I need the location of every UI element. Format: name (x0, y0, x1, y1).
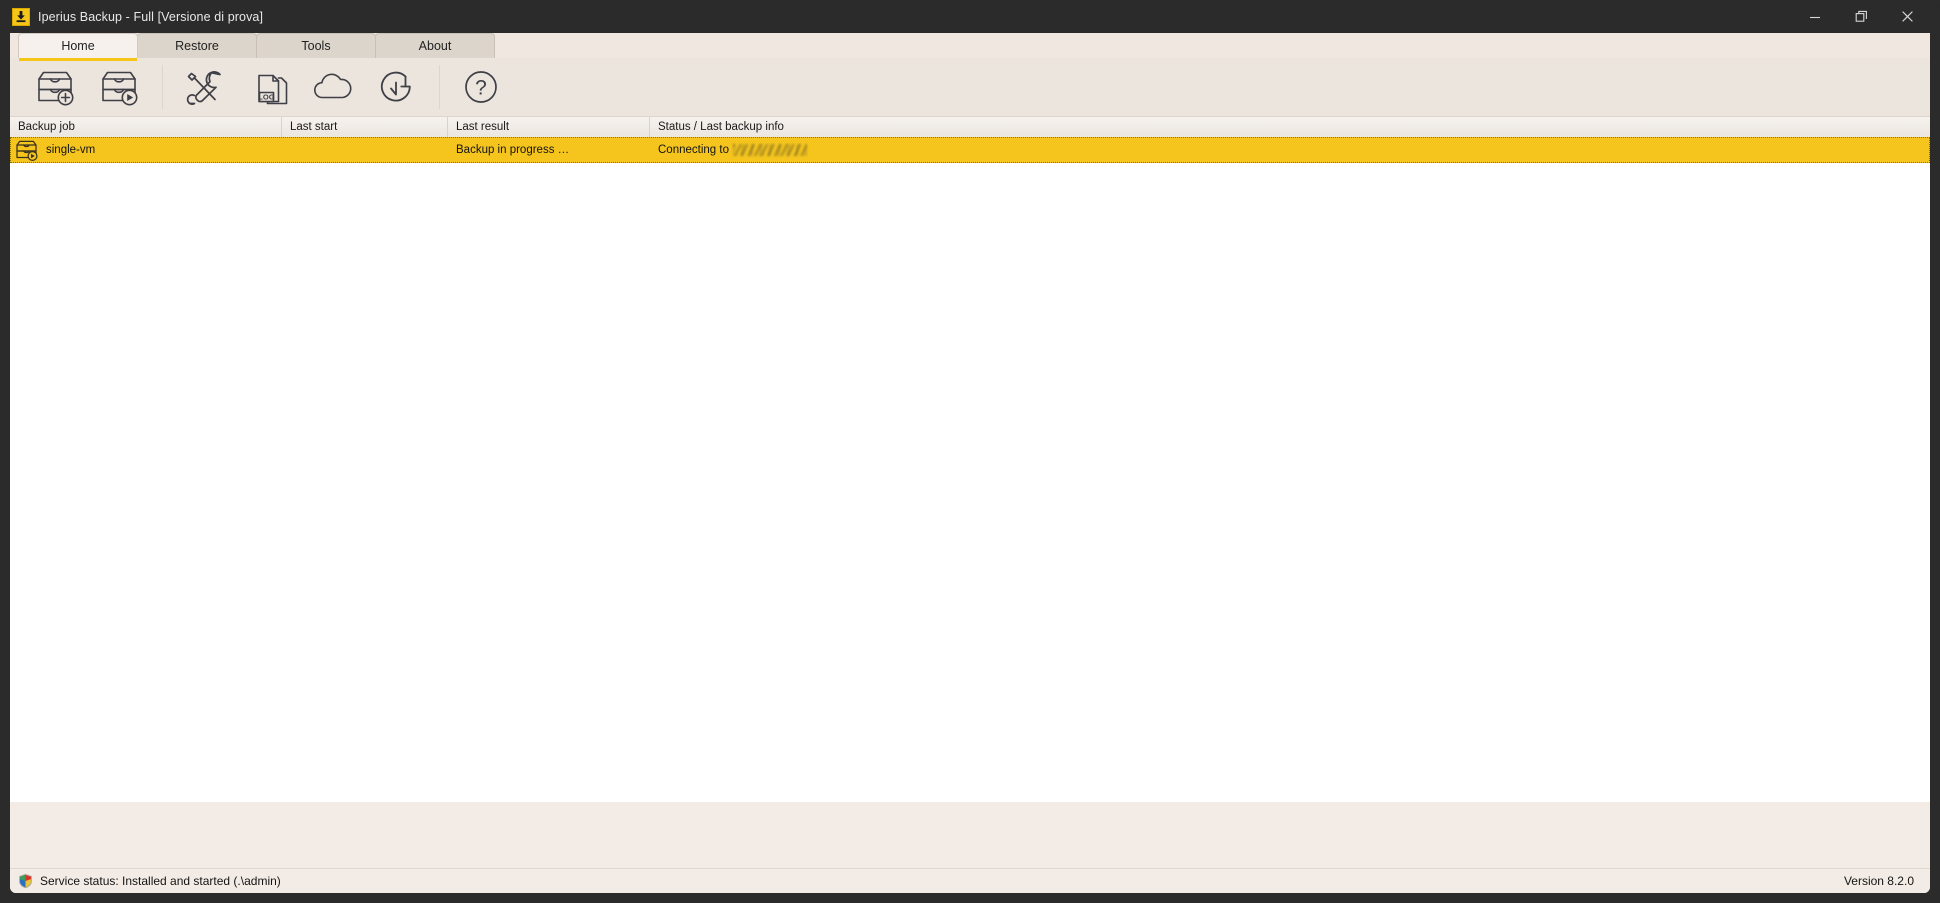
cloud-button[interactable] (303, 61, 361, 113)
column-header-last-start[interactable]: Last start (282, 117, 448, 137)
run-backup-job-icon (102, 71, 138, 106)
tab-tools-label: Tools (301, 39, 331, 53)
help-button[interactable]: ? (452, 61, 510, 113)
service-status-text: Service status: Installed and started (.… (40, 874, 281, 888)
cell-last-result: Backup in progress … (448, 137, 650, 163)
log-file-icon: LOG (258, 74, 288, 105)
cell-status: Connecting to (650, 137, 1930, 163)
window-controls (1792, 0, 1940, 33)
application-window: Iperius Backup - Full [Versione di prova… (0, 0, 1940, 903)
toolbar: LOG ? (10, 58, 1930, 117)
windows-shield-icon (18, 873, 33, 889)
log-button[interactable]: LOG (239, 61, 297, 113)
version-label: Version 8.2.0 (1843, 874, 1914, 888)
tab-restore-label: Restore (175, 39, 219, 53)
monitor-button[interactable] (367, 61, 425, 113)
minimize-button[interactable] (1792, 0, 1838, 33)
cell-last-result-label: Backup in progress … (456, 144, 570, 156)
toolbar-separator-1 (162, 65, 163, 109)
tab-about-label: About (418, 39, 452, 53)
tools-wrench-screwdriver-icon (186, 71, 221, 105)
backup-job-run-icon (14, 138, 40, 162)
svg-text:?: ? (475, 77, 487, 100)
toolbar-separator-2 (439, 65, 440, 109)
cell-status-label: Connecting to (658, 144, 729, 156)
column-header-backup-job-label: Backup job (18, 121, 75, 133)
tab-home[interactable]: Home (18, 33, 138, 61)
status-bar: Service status: Installed and started (.… (10, 868, 1930, 893)
svg-text:LOG: LOG (258, 92, 275, 101)
table-column-headers: Backup job Last start Last result Status… (10, 117, 1930, 137)
column-header-last-result-label: Last result (456, 121, 510, 133)
restore-button[interactable] (1838, 0, 1884, 33)
app-icon-download-arrow-icon (12, 7, 30, 26)
help-question-icon: ? (465, 71, 497, 103)
column-header-status[interactable]: Status / Last backup info (650, 117, 1930, 137)
backup-job-list[interactable]: single-vm Backup in progress … Connectin… (10, 137, 1930, 802)
cloud-icon (314, 73, 352, 99)
client-area: Home Restore Tools About LOG ? Backup jo… (10, 33, 1930, 893)
tab-home-label: Home (61, 39, 95, 53)
table-row[interactable]: single-vm Backup in progress … Connectin… (10, 137, 1930, 163)
tab-strip: Home Restore Tools About (10, 33, 1930, 61)
add-backup-job-button[interactable] (26, 61, 84, 113)
tab-tools[interactable]: Tools (256, 33, 376, 58)
window-title: Iperius Backup - Full [Versione di prova… (38, 9, 264, 24)
run-backup-job-button[interactable] (90, 61, 148, 113)
close-button[interactable] (1884, 0, 1930, 33)
tab-about[interactable]: About (375, 33, 495, 58)
cell-backup-job-label: single-vm (46, 144, 96, 156)
column-header-status-label: Status / Last backup info (658, 121, 784, 133)
cell-last-start (282, 137, 448, 163)
add-backup-job-icon (38, 71, 74, 106)
column-header-last-start-label: Last start (290, 121, 338, 133)
column-header-last-result[interactable]: Last result (448, 117, 650, 137)
title-bar[interactable]: Iperius Backup - Full [Versione di prova… (0, 0, 1940, 33)
cell-backup-job: single-vm (10, 137, 282, 163)
tab-restore[interactable]: Restore (137, 33, 257, 58)
tools-button[interactable] (175, 61, 233, 113)
column-header-backup-job[interactable]: Backup job (10, 117, 282, 137)
iperius-monitor-icon (380, 71, 411, 102)
redacted-host-name (732, 144, 807, 156)
